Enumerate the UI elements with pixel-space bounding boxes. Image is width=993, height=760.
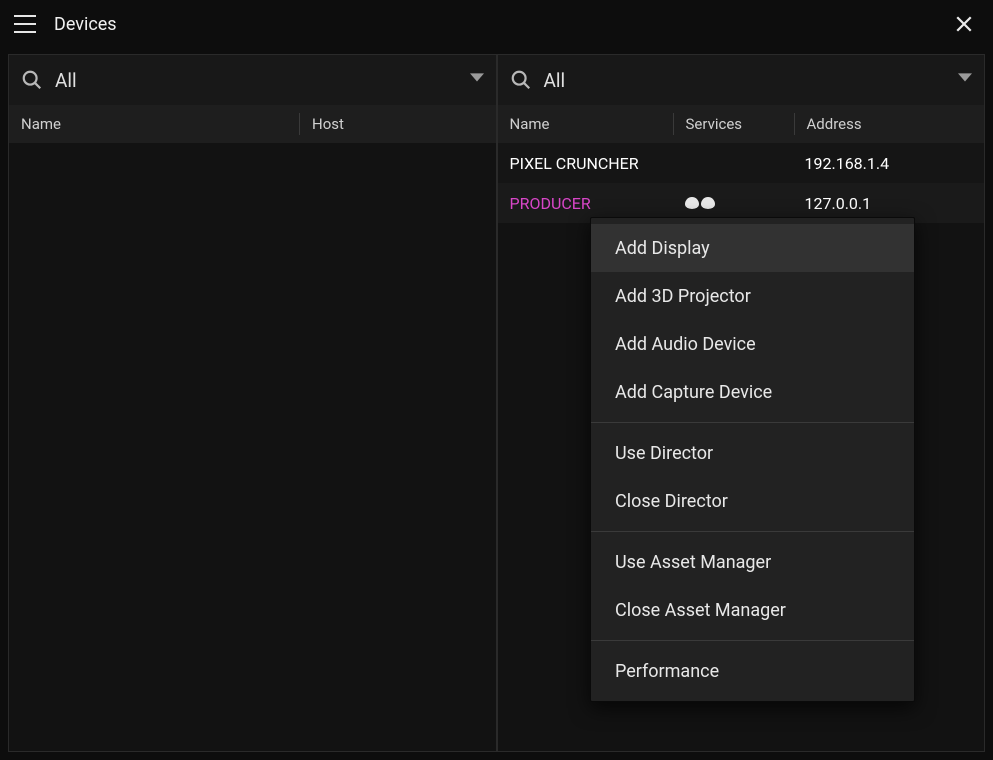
chevron-down-icon[interactable] — [958, 73, 972, 87]
menu-separator — [591, 640, 914, 641]
search-icon — [21, 69, 43, 91]
menu-item[interactable]: Add Display — [591, 224, 914, 272]
menu-item[interactable]: Add 3D Projector — [591, 272, 914, 320]
chevron-down-icon[interactable] — [470, 73, 484, 87]
service-indicator-icon — [701, 197, 715, 209]
left-filter-label: All — [55, 69, 470, 92]
left-col-host[interactable]: Host — [300, 105, 496, 143]
service-indicator-icon — [685, 197, 699, 209]
menu-separator — [591, 531, 914, 532]
left-col-name[interactable]: Name — [9, 105, 299, 143]
menu-icon[interactable] — [14, 15, 36, 33]
close-button[interactable] — [949, 11, 979, 37]
devices-window: Devices All — [0, 0, 993, 760]
left-search-row[interactable]: All — [9, 55, 496, 105]
cell-name: PRODUCER — [498, 194, 673, 213]
right-col-address[interactable]: Address — [795, 105, 985, 143]
right-filter-label: All — [544, 69, 959, 92]
menu-separator — [591, 422, 914, 423]
right-col-name[interactable]: Name — [498, 105, 673, 143]
left-panel: All Name Host — [8, 54, 496, 752]
titlebar: Devices — [0, 0, 993, 48]
menu-item[interactable]: Close Director — [591, 477, 914, 525]
right-col-services[interactable]: Services — [674, 105, 794, 143]
context-menu: Add DisplayAdd 3D ProjectorAdd Audio Dev… — [590, 217, 915, 702]
menu-item[interactable]: Close Asset Manager — [591, 586, 914, 634]
menu-item[interactable]: Use Director — [591, 429, 914, 477]
cell-name: PIXEL CRUNCHER — [498, 154, 673, 173]
cell-address: 127.0.0.1 — [793, 194, 985, 213]
right-column-header: Name Services Address — [498, 105, 985, 143]
menu-item[interactable]: Add Audio Device — [591, 320, 914, 368]
left-rows — [9, 143, 496, 751]
cell-address: 192.168.1.4 — [793, 154, 985, 173]
menu-item[interactable]: Add Capture Device — [591, 368, 914, 416]
left-column-header: Name Host — [9, 105, 496, 143]
search-icon — [510, 69, 532, 91]
cell-services — [673, 197, 793, 209]
menu-item[interactable]: Use Asset Manager — [591, 538, 914, 586]
window-title: Devices — [54, 14, 949, 35]
table-row[interactable]: PIXEL CRUNCHER 192.168.1.4 — [498, 143, 985, 183]
menu-item[interactable]: Performance — [591, 647, 914, 695]
right-search-row[interactable]: All — [498, 55, 985, 105]
